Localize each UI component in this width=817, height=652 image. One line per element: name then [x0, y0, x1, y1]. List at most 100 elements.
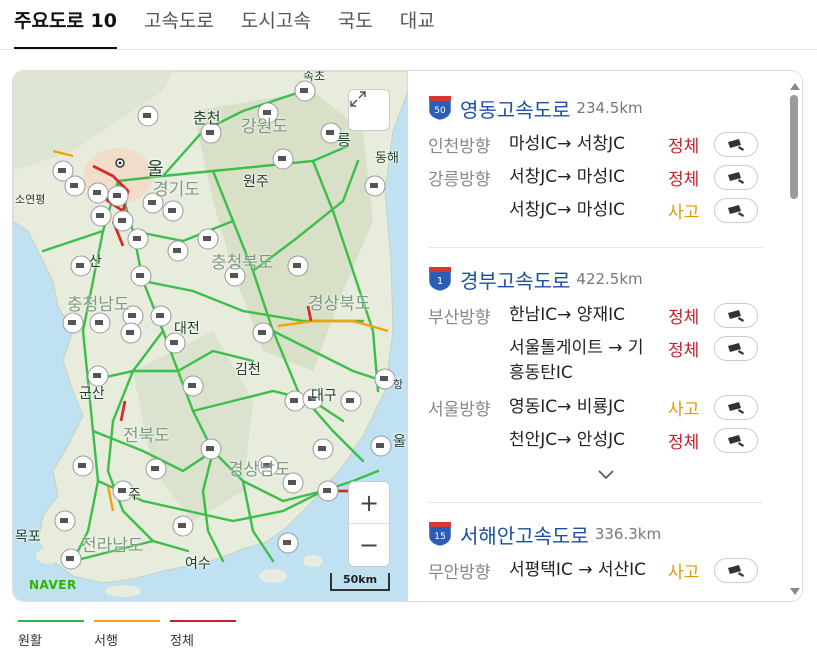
direction-label: 무안방향	[428, 563, 491, 583]
divider	[428, 247, 763, 248]
status-badge: 정체	[668, 433, 700, 453]
tab-national-road[interactable]: 국도	[338, 6, 373, 49]
road-distance: 234.5km	[576, 99, 643, 117]
cctv-camera-icon	[728, 171, 744, 184]
direction-label: 서울방향	[428, 400, 491, 420]
divider	[428, 502, 763, 503]
cctv-camera-icon	[728, 564, 744, 577]
segment-label: 한남IC→ 양재IC	[509, 305, 625, 325]
traffic-row: 서울톨게이트 → 기흥동탄IC 정체	[428, 332, 763, 391]
label-ul: 울	[393, 434, 406, 450]
road-distance: 422.5km	[576, 270, 643, 288]
road-name[interactable]: 영동고속도로	[460, 94, 570, 123]
cctv-button[interactable]	[714, 303, 758, 328]
traffic-row: 무안방향 서평택IC → 서산IC 사고	[428, 554, 763, 601]
direction-label: 부산방향	[428, 308, 491, 328]
road-header[interactable]: 15 서해안고속도로 336.3km	[428, 519, 763, 549]
traffic-map[interactable]: 춘천 강원도 속초 릉 울 동해 경기도 원주 소연평 충청북도 산 충청남도 …	[13, 71, 408, 601]
label-gyeongbuk: 경상북도	[308, 294, 371, 314]
traffic-row: 서창JC→ 마성IC 사고	[428, 194, 763, 227]
label-gyeongnam: 경상남도	[228, 460, 291, 480]
highway-shield-icon: 15	[428, 521, 452, 547]
cctv-camera-icon	[728, 342, 744, 355]
segment-label: 서평택IC → 서산IC	[509, 560, 647, 580]
road-distance: 336.3km	[594, 525, 662, 543]
traffic-row: 서울방향 영동IC→ 비룡JC 사고	[428, 391, 763, 424]
fullscreen-button[interactable]	[348, 89, 390, 131]
label-ju: 주	[128, 487, 141, 503]
svg-text:1: 1	[437, 276, 443, 287]
cctv-button[interactable]	[714, 558, 758, 583]
cctv-button[interactable]	[714, 428, 758, 453]
direction-label: 인천방향	[428, 137, 491, 157]
label-jeonnam: 전라남도	[81, 536, 144, 556]
svg-text:15: 15	[434, 532, 445, 542]
scroll-down-arrow-icon[interactable]	[790, 588, 800, 595]
highway-shield-icon: 50	[428, 95, 452, 121]
zoom-in-button[interactable]: +	[349, 482, 389, 524]
label-gangneung: 릉	[337, 131, 351, 149]
map-scale: 50km	[330, 573, 390, 591]
label-donghae: 동해	[375, 151, 399, 166]
segment-label: 영동IC→ 비룡JC	[509, 397, 625, 417]
tab-urban-expressway[interactable]: 도시고속	[241, 6, 311, 49]
legend-jam: 정체	[170, 620, 236, 649]
scroll-thumb[interactable]	[790, 95, 798, 199]
label-gyeonggi: 경기도	[153, 180, 200, 200]
status-badge: 사고	[668, 563, 700, 583]
tab-bridge[interactable]: 대교	[400, 6, 435, 49]
segment-label: 천안JC→ 안성JC	[509, 430, 625, 450]
label-chungnam: 충청남도	[67, 295, 130, 315]
road-type-tabs: 주요도로 10 고속도로 도시고속 국도 대교	[0, 0, 817, 50]
zoom-out-button[interactable]: −	[349, 524, 389, 566]
cctv-camera-icon	[728, 204, 744, 217]
zoom-controls: + −	[348, 481, 390, 567]
expand-more-button[interactable]	[596, 468, 616, 482]
cctv-button[interactable]	[714, 336, 758, 361]
highway-shield-icon: 1	[428, 266, 452, 292]
traffic-row: 강릉방향 서창JC→ 마성IC 정체	[428, 161, 763, 194]
tab-major-roads[interactable]: 주요도로 10	[14, 6, 117, 49]
label-mokpo: 목포	[15, 529, 41, 545]
road-name[interactable]: 서해안고속도로	[460, 520, 589, 549]
traffic-row: 천안JC→ 안성JC 정체	[428, 424, 763, 457]
label-hang: 항	[393, 378, 404, 391]
tab-expressway[interactable]: 고속도로	[144, 6, 214, 49]
label-soyeonpyeong: 소연평	[15, 193, 46, 206]
label-chungbuk: 충청북도	[211, 253, 274, 273]
cctv-button[interactable]	[714, 198, 758, 223]
road-header[interactable]: 50 영동고속도로 234.5km	[428, 93, 763, 123]
road-name[interactable]: 경부고속도로	[460, 265, 570, 294]
segment-label: 서창JC→ 마성IC	[509, 200, 625, 220]
expand-icon	[350, 91, 366, 107]
cctv-camera-icon	[728, 434, 744, 447]
cctv-camera-icon	[728, 309, 744, 322]
list-scrollbar[interactable]	[788, 83, 800, 595]
cctv-button[interactable]	[714, 165, 758, 190]
scroll-up-arrow-icon[interactable]	[790, 83, 800, 90]
cctv-camera-icon	[728, 401, 744, 414]
status-badge: 사고	[668, 203, 700, 223]
road-header[interactable]: 1 경부고속도로 422.5km	[428, 264, 763, 294]
label-chuncheon: 춘천	[193, 109, 221, 127]
label-jeonbuk: 전북도	[123, 426, 170, 446]
traffic-row: 인천방향 마성IC→ 서창JC 정체	[428, 128, 763, 161]
label-gunsan: 군산	[79, 386, 105, 402]
status-badge: 정체	[668, 308, 700, 328]
label-san: 산	[89, 254, 102, 270]
label-daegu: 대구	[311, 388, 337, 404]
status-badge: 정체	[668, 341, 700, 361]
cctv-button[interactable]	[714, 395, 758, 420]
traffic-panel: 춘천 강원도 속초 릉 울 동해 경기도 원주 소연평 충청북도 산 충청남도 …	[12, 70, 803, 602]
legend-smooth: 원활	[18, 620, 84, 649]
label-sokcho: 속초	[303, 71, 326, 83]
status-badge: 정체	[668, 137, 700, 157]
road-list: 50 영동고속도로 234.5km 인천방향 마성IC→ 서창JC 정체 강릉방…	[408, 71, 802, 601]
traffic-legend: 원활 서행 정체	[18, 620, 246, 649]
road-card-seohaean: 15 서해안고속도로 336.3km 무안방향 서평택IC → 서산IC 사고	[428, 519, 763, 601]
segment-label: 서울톨게이트 → 기흥동탄IC	[509, 338, 644, 383]
cctv-camera-icon	[728, 138, 744, 151]
cctv-button[interactable]	[714, 132, 758, 157]
label-gangwon: 강원도	[241, 117, 288, 137]
road-card-yeongdong: 50 영동고속도로 234.5km 인천방향 마성IC→ 서창JC 정체 강릉방…	[428, 93, 763, 227]
